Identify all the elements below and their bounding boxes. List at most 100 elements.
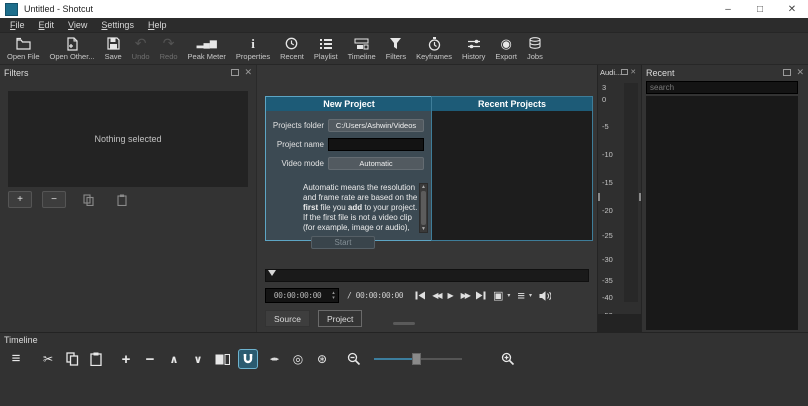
tune-icon (467, 36, 481, 51)
timeline-zoom-slider[interactable] (374, 353, 462, 365)
recent-files-list[interactable] (646, 96, 798, 330)
export-button[interactable]: ◉ Export (490, 33, 522, 64)
player-grid-button[interactable]: ≡ (517, 289, 525, 302)
splitter-handle[interactable] (393, 322, 415, 325)
open-file-button[interactable]: Open File (2, 33, 45, 64)
timeline-menu-button[interactable]: ≡ (8, 349, 24, 369)
peak-meter-button[interactable]: ▂▄▆ Peak Meter (183, 33, 231, 64)
video-mode-button[interactable]: Automatic (328, 157, 424, 170)
db-scale-label: -35 (602, 276, 613, 285)
remove-filter-button[interactable]: − (42, 191, 66, 208)
start-button[interactable]: Start (311, 236, 375, 249)
close-button[interactable]: ✕ (776, 0, 808, 18)
new-project-panel: New Project Projects folder C:/Users/Ash… (265, 96, 433, 249)
filters-panel: Filters ✕ Nothing selected + − (0, 65, 257, 332)
tab-source[interactable]: Source (265, 310, 310, 327)
keyframes-button[interactable]: Keyframes (411, 33, 457, 64)
scroll-up-icon[interactable]: ▲ (421, 184, 426, 190)
menu-file[interactable]: File (3, 20, 32, 30)
grid-dropdown-icon[interactable]: ▾ (529, 292, 532, 299)
overwrite-button[interactable]: ∨ (190, 349, 206, 369)
paste-button[interactable] (88, 349, 104, 369)
title-bar: Untitled - Shotcut – □ ✕ (0, 0, 808, 18)
filters-button-row: + − (8, 191, 134, 208)
fast-forward-button[interactable]: ▶▶ (461, 291, 471, 301)
project-name-input[interactable] (328, 138, 424, 151)
volume-button[interactable] (539, 290, 551, 301)
append-button[interactable]: + (118, 349, 134, 369)
close-panel-icon[interactable]: ✕ (630, 68, 636, 77)
description-scrollbar[interactable]: ▲ ▼ (419, 183, 428, 233)
properties-clip-button[interactable] (214, 349, 230, 369)
float-panel-icon[interactable] (621, 69, 629, 75)
step-down-icon[interactable]: ▾ (332, 295, 335, 301)
cut-button[interactable]: ✂ (40, 349, 56, 369)
shotcut-logo-icon (5, 2, 18, 16)
lift-button[interactable]: ∧ (166, 349, 182, 369)
scrub-while-dragging-button[interactable]: ◂●▸ (266, 349, 282, 369)
timecode-stepper[interactable]: ▴ ▾ (329, 290, 338, 301)
recent-button[interactable]: Recent (275, 33, 309, 64)
play-button[interactable]: ▶ (448, 291, 454, 301)
filters-empty-state: Nothing selected (8, 91, 248, 187)
player-tabs: Source Project (265, 310, 363, 327)
float-panel-icon[interactable] (231, 69, 240, 76)
menu-settings[interactable]: Settings (94, 20, 141, 30)
undo-button[interactable]: ↶ Undo (127, 33, 155, 64)
filters-button[interactable]: Filters (381, 33, 411, 64)
maximize-button[interactable]: □ (744, 0, 776, 18)
db-scale-label: -20 (602, 206, 613, 215)
ripple-all-tracks-button[interactable]: ⊛ (314, 349, 330, 369)
recent-search-input[interactable] (646, 81, 798, 94)
playhead-marker[interactable] (268, 270, 276, 276)
history-button[interactable]: History (457, 33, 490, 64)
ripple-delete-button[interactable]: − (142, 349, 158, 369)
save-button[interactable]: Save (100, 33, 127, 64)
zoom-in-button[interactable] (500, 349, 516, 369)
copy-button[interactable] (64, 349, 80, 369)
timeline-button[interactable]: Timeline (343, 33, 381, 64)
close-panel-icon[interactable]: ✕ (796, 68, 804, 77)
add-filter-button[interactable]: + (8, 191, 32, 208)
zoom-fit-button[interactable]: ▣ (493, 290, 503, 301)
zoom-out-button[interactable] (346, 349, 362, 369)
recent-projects-list[interactable] (432, 111, 592, 240)
speaker-icon (539, 290, 551, 301)
current-timecode[interactable]: 00:00:00:00 (266, 291, 329, 300)
rewind-button[interactable]: ◀◀ (432, 291, 442, 301)
snap-toggle-button[interactable] (238, 349, 258, 369)
new-project-body: Projects folder C:/Users/Ashwin/Videos P… (266, 111, 432, 249)
zoom-fit-dropdown-icon[interactable]: ▾ (507, 292, 510, 299)
seek-bar[interactable] (265, 269, 589, 282)
scroll-down-icon[interactable]: ▼ (421, 226, 426, 232)
menu-help[interactable]: Help (141, 20, 174, 30)
current-timecode-spinner[interactable]: 00:00:00:00 ▴ ▾ (265, 288, 339, 303)
properties-button[interactable]: i Properties (231, 33, 275, 64)
playlist-button[interactable]: Playlist (309, 33, 343, 64)
jobs-button[interactable]: Jobs (522, 33, 548, 64)
meter-bars (624, 83, 638, 302)
video-mode-description: Automatic means the resolution and frame… (303, 183, 428, 233)
funnel-icon (389, 36, 402, 51)
scrollbar-thumb[interactable] (421, 191, 426, 225)
info-icon: i (251, 36, 255, 51)
skip-previous-button[interactable] (415, 291, 426, 300)
tab-project[interactable]: Project (317, 310, 363, 327)
redo-button[interactable]: ↷ Redo (155, 33, 183, 64)
timeline-panel-title: Timeline (4, 335, 38, 345)
paste-filters-button[interactable] (110, 191, 134, 208)
copy-filters-button[interactable] (76, 191, 100, 208)
open-other-button[interactable]: Open Other... (45, 33, 100, 64)
minimize-button[interactable]: – (712, 0, 744, 18)
slider-handle[interactable] (412, 353, 421, 365)
projects-folder-button[interactable]: C:/Users/Ashwin/Videos (328, 119, 424, 132)
skip-next-button[interactable] (475, 291, 486, 300)
zoom-out-icon (347, 352, 361, 366)
menu-edit[interactable]: Edit (32, 20, 62, 30)
close-panel-icon[interactable]: ✕ (244, 68, 252, 77)
paste-icon (90, 352, 102, 366)
float-panel-icon[interactable] (783, 69, 792, 76)
db-scale-label: -40 (602, 293, 613, 302)
ripple-toggle-button[interactable]: ◎ (290, 349, 306, 369)
menu-view[interactable]: View (61, 20, 94, 30)
